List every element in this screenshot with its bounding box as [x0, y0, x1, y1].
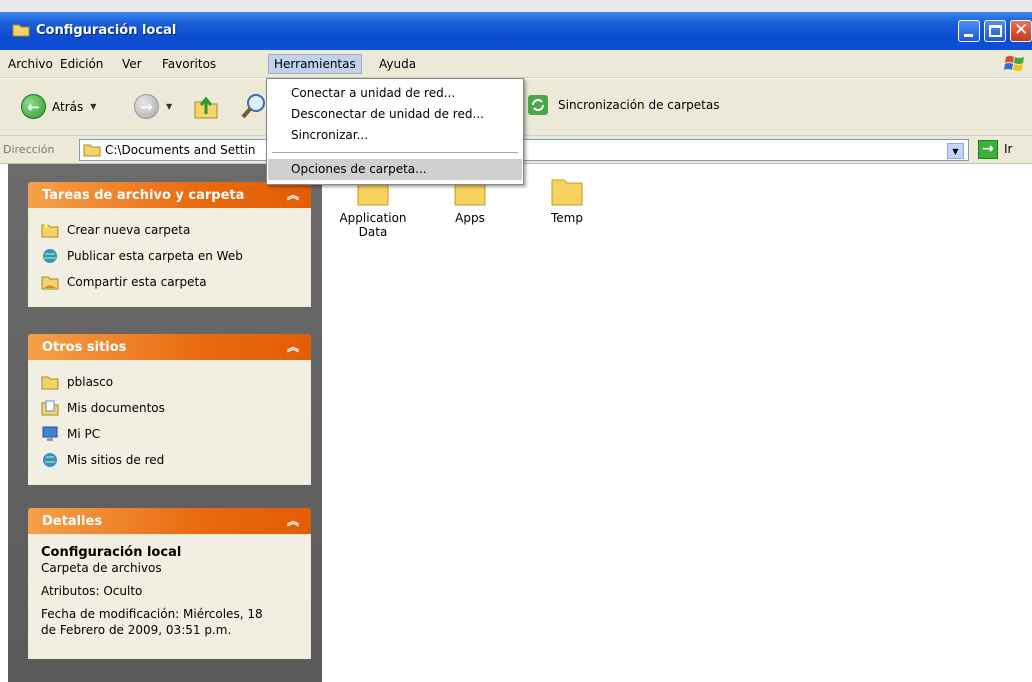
tools-menu: Conectar a unidad de red... Desconectar … — [266, 78, 524, 185]
menu-separator — [272, 152, 518, 153]
maximize-button[interactable] — [984, 20, 1006, 42]
go-button[interactable]: → — [978, 140, 998, 159]
place-label: Mi PC — [67, 427, 101, 441]
back-button[interactable]: ← Atrás ▼ — [21, 94, 96, 119]
forward-button[interactable]: → ▼ — [134, 94, 172, 119]
menu-map-network-drive[interactable]: Conectar a unidad de red... — [268, 83, 522, 104]
sync-folders-button[interactable]: Sincronización de carpetas — [526, 93, 719, 117]
other-places-group: Otros sitios ︽ pblasco Mis documentos Mi… — [28, 334, 311, 485]
menu-folder-options[interactable]: Opciones de carpeta... — [268, 159, 522, 180]
close-icon: ✕ — [1014, 20, 1029, 40]
details-attributes: Atributos: Oculto — [41, 584, 143, 598]
folder-icon — [41, 376, 59, 390]
details-type: Carpeta de archivos — [41, 561, 162, 575]
collapse-icon[interactable]: ︽ — [287, 186, 299, 203]
menu-ayuda[interactable]: Ayuda — [374, 55, 421, 73]
windows-logo-icon — [1004, 56, 1024, 71]
menu-herramientas[interactable]: Herramientas — [268, 54, 362, 74]
sync-icon — [528, 95, 548, 115]
place-my-documents[interactable]: Mis documentos — [41, 395, 298, 421]
address-label: Dirección — [3, 143, 55, 156]
task-new-folder[interactable]: Crear nueva carpeta — [41, 217, 298, 243]
chevron-down-icon: ▼ — [166, 102, 173, 111]
arrow-right-icon: → — [982, 141, 994, 157]
forward-arrow-icon: → — [134, 94, 159, 119]
place-my-computer[interactable]: Mi PC — [41, 421, 298, 447]
place-label: pblasco — [67, 375, 114, 389]
file-tasks-title: Tareas de archivo y carpeta — [42, 188, 245, 203]
task-label: Compartir esta carpeta — [67, 275, 207, 289]
my-documents-icon — [41, 400, 59, 416]
new-folder-icon — [41, 224, 59, 238]
collapse-icon[interactable]: ︽ — [287, 338, 299, 355]
place-network[interactable]: Mis sitios de red — [41, 447, 298, 473]
menu-disconnect-network-drive[interactable]: Desconectar de unidad de red... — [268, 104, 522, 125]
chevron-down-icon: ▼ — [90, 102, 97, 111]
minimize-icon — [964, 34, 973, 37]
up-folder-icon[interactable] — [193, 92, 219, 120]
search-icon[interactable] — [240, 92, 266, 120]
other-places-title: Otros sitios — [42, 340, 127, 355]
place-label: Mis documentos — [67, 401, 165, 415]
other-places-header[interactable]: Otros sitios ︽ — [28, 334, 311, 360]
folder-view: Application Data Apps Temp — [322, 164, 1032, 682]
folder-label: Application — [339, 211, 407, 225]
maximize-icon — [989, 25, 1002, 37]
go-label[interactable]: Ir — [1004, 142, 1012, 156]
file-tasks-body: Crear nueva carpeta Publicar esta carpet… — [28, 208, 311, 307]
folder-label: Apps — [455, 211, 485, 225]
place-label: Mis sitios de red — [67, 453, 165, 467]
my-computer-icon — [42, 426, 58, 441]
sync-label: Sincronización de carpetas — [558, 98, 720, 112]
address-dropdown-button[interactable]: ▼ — [947, 143, 964, 159]
folder-temp[interactable]: Temp — [522, 172, 612, 225]
menu-synchronize[interactable]: Sincronizar... — [268, 125, 522, 146]
chevron-down-icon: ▼ — [952, 147, 959, 156]
task-label: Crear nueva carpeta — [67, 223, 191, 237]
minimize-button[interactable] — [958, 20, 980, 42]
details-title: Detalles — [42, 514, 103, 529]
share-folder-icon — [41, 276, 59, 290]
details-modified-1: Fecha de modificación: Miércoles, 18 — [41, 607, 263, 621]
task-share-folder[interactable]: Compartir esta carpeta — [41, 269, 298, 295]
back-arrow-icon: ← — [21, 94, 46, 119]
menu-ver[interactable]: Ver — [117, 55, 147, 73]
details-modified-2: de Febrero de 2009, 03:51 p.m. — [41, 623, 232, 637]
menu-edicion[interactable]: Edición — [55, 55, 108, 73]
file-tasks-header[interactable]: Tareas de archivo y carpeta ︽ — [28, 182, 311, 208]
details-group: Detalles ︽ Configuración local Carpeta d… — [28, 508, 311, 659]
menu-favoritos[interactable]: Favoritos — [157, 55, 221, 73]
folder-icon — [551, 179, 583, 206]
menu-bar: Archivo Edición Ver Favoritos Herramient… — [0, 50, 1032, 78]
place-pblasco[interactable]: pblasco — [41, 369, 298, 395]
folder-label: Data — [358, 225, 388, 239]
other-places-body: pblasco Mis documentos Mi PC Mis sitios … — [28, 360, 311, 485]
folder-icon — [83, 144, 101, 157]
folder-icon — [12, 24, 30, 37]
collapse-icon[interactable]: ︽ — [287, 512, 299, 529]
details-name: Configuración local — [41, 545, 182, 560]
file-tasks-group: Tareas de archivo y carpeta ︽ Crear nuev… — [28, 182, 311, 307]
back-label: Atrás — [52, 99, 84, 114]
address-input[interactable]: C:\Documents and Settin ▼ — [79, 139, 969, 161]
network-places-icon — [43, 453, 57, 467]
close-button[interactable]: ✕ — [1010, 20, 1032, 42]
folder-label: Temp — [551, 211, 583, 225]
address-value: C:\Documents and Settin — [105, 143, 256, 157]
task-publish-web[interactable]: Publicar esta carpeta en Web — [41, 243, 298, 269]
details-body: Configuración local Carpeta de archivos … — [28, 534, 311, 659]
task-pane: Tareas de archivo y carpeta ︽ Crear nuev… — [8, 164, 322, 682]
title-bar: Configuración local ✕ — [0, 0, 1032, 50]
window-title: Configuración local — [36, 23, 177, 38]
publish-web-icon — [43, 249, 57, 263]
menu-archivo[interactable]: Archivo — [3, 55, 58, 73]
details-header[interactable]: Detalles ︽ — [28, 508, 311, 534]
task-label: Publicar esta carpeta en Web — [67, 249, 243, 263]
